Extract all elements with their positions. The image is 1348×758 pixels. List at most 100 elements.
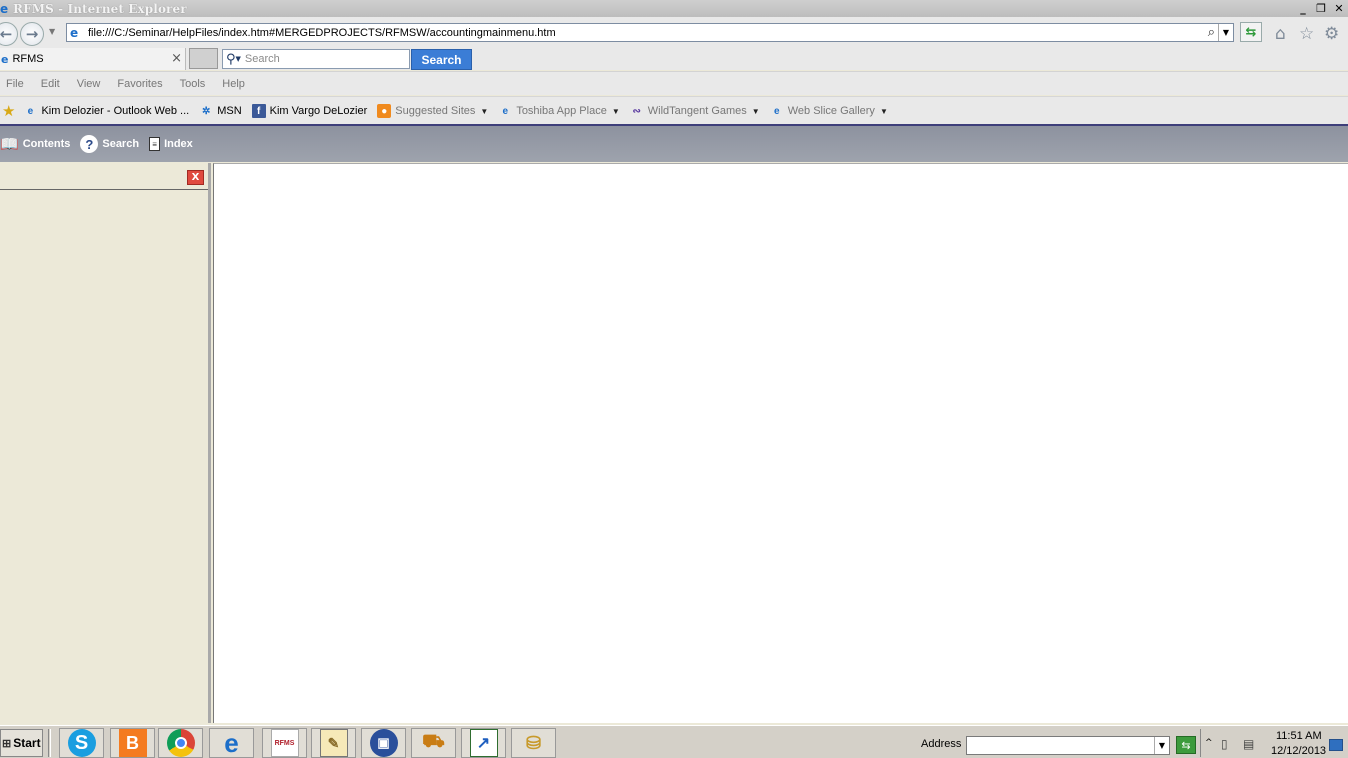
- favorites-star-icon[interactable]: ☆: [1299, 24, 1314, 44]
- chevron-down-icon: ▼: [751, 106, 760, 116]
- address-dropdown-icon[interactable]: ▼: [1218, 24, 1233, 41]
- window-title-bar: e RFMS - Internet Explorer _ ❐ ✕: [0, 0, 1348, 17]
- search-icon[interactable]: ⌕: [1208, 25, 1215, 40]
- chart-icon: ↗: [469, 729, 498, 757]
- home-icon[interactable]: ⌂: [1275, 24, 1286, 44]
- menu-view[interactable]: View: [77, 78, 101, 90]
- menu-help[interactable]: Help: [222, 78, 245, 90]
- start-label: Start: [13, 736, 41, 750]
- network-icon[interactable]: ▤: [1243, 737, 1254, 751]
- rfms-icon: RFMS: [270, 729, 299, 757]
- chevron-down-icon[interactable]: ▼: [1154, 737, 1169, 754]
- ie-page-icon: e: [773, 105, 780, 117]
- taskbar-notepad[interactable]: ✎: [311, 728, 356, 758]
- help-search-button[interactable]: ? Search: [80, 135, 139, 153]
- favorites-add-icon[interactable]: ★: [2, 102, 15, 120]
- index-label: Index: [164, 138, 193, 150]
- favorite-msn[interactable]: ✲ MSN: [199, 104, 242, 118]
- search-button[interactable]: Search: [411, 49, 472, 70]
- menu-edit[interactable]: Edit: [41, 78, 60, 90]
- help-search-label: Search: [102, 138, 140, 150]
- navigation-bar: ← → ▼ e file:///C:/Seminar/HelpFiles/ind…: [0, 17, 1348, 48]
- navigation-pane-header: X: [0, 163, 208, 190]
- ie-page-icon: e: [502, 105, 509, 117]
- menu-tools[interactable]: Tools: [180, 78, 206, 90]
- taskbar-address-input[interactable]: ▼: [966, 736, 1170, 755]
- content-pane: [213, 163, 1348, 723]
- ie-tab-icon: e: [1, 52, 9, 66]
- minimize-button[interactable]: _: [1294, 0, 1312, 16]
- clock-date[interactable]: 12/12/2013: [1271, 745, 1326, 757]
- menu-bar: File Edit View Favorites Tools Help: [0, 71, 1348, 95]
- gear-icon[interactable]: ⚙: [1324, 24, 1339, 44]
- show-desktop-button[interactable]: [1329, 739, 1343, 751]
- favorite-wildtangent-games[interactable]: ∾ WildTangent Games ▼: [630, 104, 760, 118]
- favorite-web-slice-gallery[interactable]: e Web Slice Gallery ▼: [770, 104, 888, 118]
- search-input[interactable]: [244, 51, 395, 67]
- back-button[interactable]: ←: [0, 22, 18, 46]
- coins-icon: ⛁: [525, 732, 542, 753]
- taskbar-rfms[interactable]: RFMS: [262, 728, 307, 758]
- taskbar-internet-explorer[interactable]: e: [209, 728, 254, 758]
- taskbar-remote-desktop[interactable]: ▣: [361, 728, 406, 758]
- go-button[interactable]: ⇆: [1176, 736, 1196, 754]
- address-url[interactable]: file:///C:/Seminar/HelpFiles/index.htm#M…: [88, 27, 556, 39]
- favorite-suggested-sites[interactable]: ● Suggested Sites ▼: [377, 104, 488, 118]
- close-tab-icon[interactable]: ×: [171, 51, 182, 66]
- skype-icon: S: [67, 729, 96, 757]
- facebook-icon: f: [251, 104, 266, 118]
- favorite-toshiba-app-place[interactable]: e Toshiba App Place ▼: [498, 104, 620, 118]
- address-bar[interactable]: e file:///C:/Seminar/HelpFiles/index.htm…: [66, 23, 1234, 42]
- navigation-pane: X: [0, 163, 211, 723]
- wildtangent-icon: ∾: [632, 105, 641, 117]
- search-provider-icon[interactable]: ⚲: [226, 52, 236, 67]
- ie-icon: e: [0, 1, 9, 16]
- taskbar: ⊞ Start S B e RFMS ✎ ▣ ⛟ ↗ ⛁ Address ▼ ⇆…: [0, 725, 1348, 758]
- chevron-down-icon: ▼: [611, 106, 620, 116]
- forward-button[interactable]: →: [20, 22, 44, 46]
- internet-explorer-icon: e: [224, 727, 239, 758]
- taskbar-skype[interactable]: S: [59, 728, 104, 758]
- show-hidden-icons-button[interactable]: ^: [1205, 738, 1213, 748]
- start-button[interactable]: ⊞ Start: [0, 729, 43, 757]
- tab-label: RFMS: [12, 53, 44, 65]
- tab-rfms[interactable]: e RFMS ×: [0, 48, 186, 70]
- favorite-facebook[interactable]: f Kim Vargo DeLozier: [251, 104, 367, 118]
- close-button[interactable]: ✕: [1330, 0, 1348, 16]
- taskbar-chrome[interactable]: [158, 728, 203, 758]
- close-pane-button[interactable]: X: [187, 170, 204, 185]
- compatibility-refresh-button[interactable]: ⇆: [1240, 22, 1262, 42]
- taskbar-separator: [48, 729, 51, 757]
- menu-favorites[interactable]: Favorites: [117, 78, 162, 90]
- taskbar-address-label: Address: [921, 738, 962, 750]
- favorite-label: WildTangent Games: [647, 105, 747, 117]
- blogger-icon: B: [118, 729, 147, 757]
- page-icon: e: [70, 25, 79, 40]
- index-button[interactable]: ≡ Index: [149, 137, 193, 151]
- chevron-down-icon: ▼: [480, 106, 489, 116]
- contents-button[interactable]: 📖 Contents: [0, 135, 70, 153]
- clock-time[interactable]: 11:51 AM: [1276, 730, 1322, 742]
- windows-logo-icon: ⊞: [2, 737, 12, 750]
- taskbar-blogger[interactable]: B: [110, 728, 155, 758]
- new-tab-button[interactable]: [189, 48, 218, 69]
- favorite-outlook-web[interactable]: e Kim Delozier - Outlook Web ...: [23, 104, 190, 118]
- window-title: RFMS - Internet Explorer: [13, 1, 187, 16]
- contents-label: Contents: [22, 138, 71, 150]
- help-toolbar: 📖 Contents ? Search ≡ Index: [0, 126, 1348, 162]
- device-icon[interactable]: ▯: [1221, 737, 1228, 751]
- taskbar-coins[interactable]: ⛁: [511, 728, 556, 758]
- taskbar-chart[interactable]: ↗: [461, 728, 506, 758]
- chevron-down-icon[interactable]: ▼: [236, 55, 241, 63]
- forklift-icon: ⛟: [422, 731, 445, 751]
- taskbar-forklift[interactable]: ⛟: [411, 728, 456, 758]
- question-icon: ?: [80, 135, 99, 153]
- menu-file[interactable]: File: [6, 78, 24, 90]
- chrome-icon: [166, 729, 195, 757]
- search-box[interactable]: ⚲ ▼: [222, 49, 410, 69]
- recent-pages-dropdown[interactable]: ▼: [49, 27, 55, 36]
- msn-icon: ✲: [201, 105, 211, 117]
- restore-button[interactable]: ❐: [1312, 0, 1330, 16]
- tab-row: e RFMS × ⚲ ▼ Search: [0, 48, 1348, 70]
- index-icon: ≡: [149, 137, 161, 151]
